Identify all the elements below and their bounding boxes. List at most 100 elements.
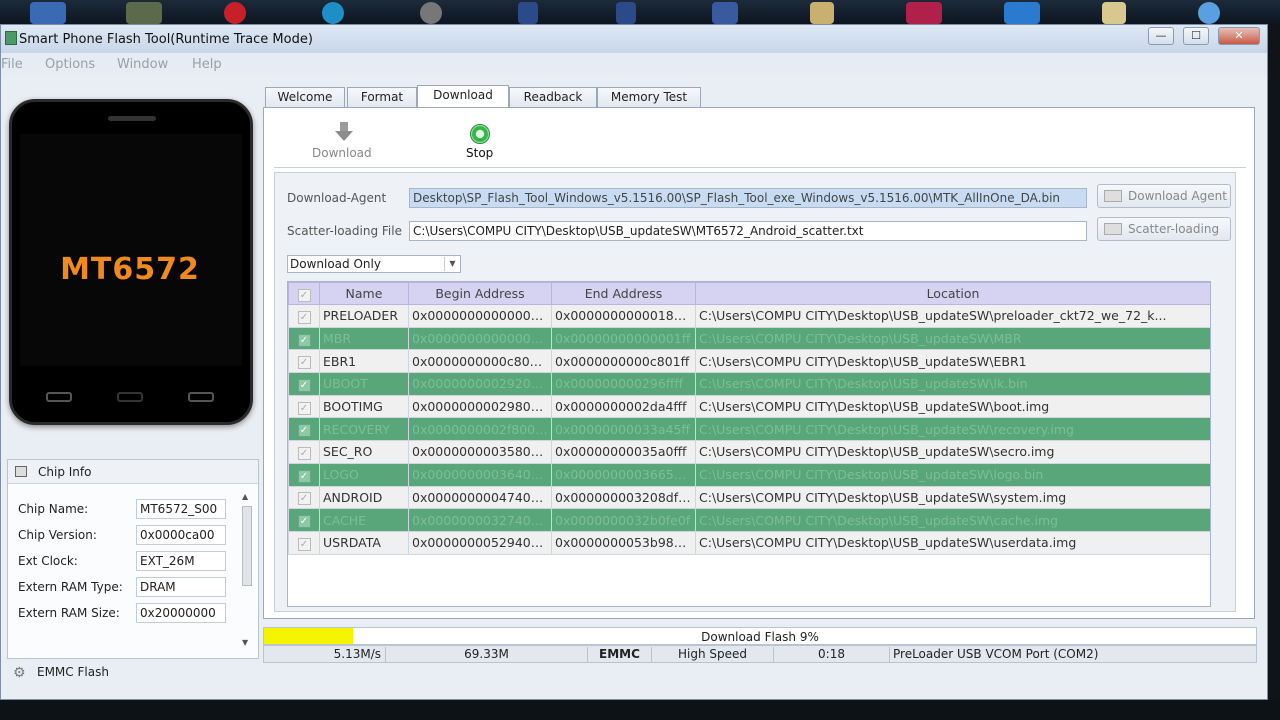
row-end: 0x00000000000001ff: [551, 326, 696, 351]
chevron-down-icon[interactable]: ▼: [444, 257, 460, 271]
config-area: Download-Agent Desktop\SP_Flash_Tool_Win…: [274, 172, 1236, 612]
download-agent-field[interactable]: Desktop\SP_Flash_Tool_Windows_v5.1516.00…: [409, 188, 1087, 208]
scatter-loading-button[interactable]: Scatter-loading: [1097, 217, 1231, 241]
table-row[interactable]: ✓ PRELOADER 0x0000000000000000 0x0000000…: [288, 304, 1210, 328]
row-location[interactable]: C:\Users\COMPU CITY\Desktop\USB_updateSW…: [695, 417, 1210, 442]
table-row[interactable]: ✓ CACHE 0x0000000032740000 0x0000000032b…: [288, 508, 1210, 532]
chip-info-scrollbar[interactable]: ▲ ▼: [240, 492, 254, 652]
tab-format[interactable]: Format: [347, 87, 417, 108]
row-checkbox[interactable]: ✓: [297, 492, 311, 506]
table-row[interactable]: ✓ EBR1 0x0000000000c80000 0x0000000000c8…: [288, 349, 1210, 374]
checkbox-icon[interactable]: ✓: [297, 288, 311, 302]
desktop-app-icon[interactable]: [616, 2, 636, 24]
table-row[interactable]: ✓ RECOVERY 0x0000000002f80000 0x00000000…: [288, 417, 1210, 442]
header-begin-address[interactable]: Begin Address: [408, 282, 552, 305]
row-location[interactable]: C:\Users\COMPU CITY\Desktop\USB_updateSW…: [695, 462, 1210, 487]
tab-readback[interactable]: Readback: [509, 87, 597, 108]
download-agent-button[interactable]: Download Agent: [1097, 184, 1231, 208]
menu-file[interactable]: File: [1, 57, 23, 72]
row-location[interactable]: C:\Users\COMPU CITY\Desktop\USB_updateSW…: [695, 349, 1210, 374]
desktop-app-icon[interactable]: [1198, 2, 1220, 24]
table-row[interactable]: ✓ UBOOT 0x0000000002920000 0x00000000029…: [288, 372, 1210, 396]
download-mode-select[interactable]: Download Only ▼: [287, 255, 461, 273]
tab-memory-test[interactable]: Memory Test: [597, 87, 701, 108]
scatter-loading-button-label: Scatter-loading: [1128, 222, 1220, 236]
row-begin: 0x0000000032740000: [408, 508, 552, 532]
row-location[interactable]: C:\Users\COMPU CITY\Desktop\USB_updateSW…: [695, 394, 1210, 419]
scroll-up-icon[interactable]: ▲: [242, 492, 248, 501]
table-row[interactable]: ✓ MBR 0x0000000000000000 0x0000000000000…: [288, 326, 1210, 351]
scroll-thumb[interactable]: [242, 506, 252, 586]
home-key-icon: [117, 392, 143, 402]
row-location[interactable]: C:\Users\COMPU CITY\Desktop\USB_updateSW…: [695, 440, 1210, 464]
download-mode-value: Download Only: [290, 257, 381, 271]
row-checkbox[interactable]: ✓: [297, 310, 311, 324]
row-location[interactable]: C:\Users\COMPU CITY\Desktop\USB_updateSW…: [695, 485, 1210, 510]
emmc-flash-panel[interactable]: ⚙ EMMC Flash: [7, 661, 259, 683]
menu-options[interactable]: Options: [45, 57, 95, 72]
row-location[interactable]: C:\Users\COMPU CITY\Desktop\USB_updateSW…: [695, 326, 1210, 351]
row-name: MBR: [319, 326, 409, 351]
menu-window[interactable]: Window: [117, 57, 168, 72]
row-name: PRELOADER: [319, 304, 409, 328]
maximize-button[interactable]: ☐: [1183, 27, 1209, 45]
green-circle-icon[interactable]: [470, 124, 490, 144]
title-bar[interactable]: Smart Phone Flash Tool(Runtime Trace Mod…: [1, 25, 1267, 53]
phone-speaker: [108, 116, 156, 121]
desktop-app-icon[interactable]: [1102, 2, 1126, 24]
row-location[interactable]: C:\Users\COMPU CITY\Desktop\USB_updateSW…: [695, 508, 1210, 532]
row-checkbox[interactable]: ✓: [297, 424, 311, 438]
header-location[interactable]: Location: [695, 282, 1210, 305]
arrow-down-icon[interactable]: [334, 122, 354, 142]
stop-button[interactable]: Stop: [466, 146, 493, 160]
desktop-app-icon[interactable]: [1004, 2, 1040, 24]
row-checkbox[interactable]: ✓: [297, 333, 311, 347]
row-checkbox[interactable]: ✓: [297, 378, 311, 392]
ext-clock-label: Ext Clock:: [18, 554, 78, 568]
row-name: RECOVERY: [319, 417, 409, 442]
desktop-taskbar-top: [0, 0, 1280, 24]
row-checkbox[interactable]: ✓: [297, 515, 311, 529]
desktop-app-icon[interactable]: [126, 2, 162, 24]
header-name[interactable]: Name: [319, 282, 409, 305]
scatter-file-field[interactable]: C:\Users\COMPU CITY\Desktop\USB_updateSW…: [409, 221, 1087, 241]
ext-clock-value: EXT_26M: [136, 551, 226, 571]
table-row[interactable]: ✓ BOOTIMG 0x0000000002980000 0x000000000…: [288, 394, 1210, 419]
menu-help[interactable]: Help: [192, 57, 222, 72]
select-all-checkbox[interactable]: ✓: [288, 282, 320, 305]
desktop-app-icon[interactable]: [906, 2, 942, 24]
row-end: 0x0000000002da4fff: [551, 394, 696, 419]
row-begin: 0x0000000000000000: [408, 326, 552, 351]
row-checkbox[interactable]: ✓: [297, 356, 311, 370]
close-button[interactable]: ✕: [1218, 27, 1260, 45]
scroll-down-icon[interactable]: ▼: [242, 638, 248, 647]
download-button[interactable]: Download: [312, 146, 372, 160]
row-location[interactable]: C:\Users\COMPU CITY\Desktop\USB_updateSW…: [695, 530, 1210, 555]
desktop-app-icon[interactable]: [224, 2, 246, 24]
chip-model-label: MT6572: [60, 252, 200, 287]
scatter-file-label: Scatter-loading File: [287, 224, 402, 238]
table-row[interactable]: ✓ SEC_RO 0x0000000003580000 0x0000000003…: [288, 440, 1210, 464]
table-row[interactable]: ✓ USRDATA 0x0000000052940000 0x000000005…: [288, 530, 1210, 555]
desktop-app-icon[interactable]: [810, 2, 834, 24]
minimize-button[interactable]: —: [1148, 27, 1174, 45]
row-location[interactable]: C:\Users\COMPU CITY\Desktop\USB_updateSW…: [695, 304, 1210, 328]
row-checkbox[interactable]: ✓: [297, 469, 311, 483]
table-row[interactable]: ✓ LOGO 0x0000000003640000 0x000000000366…: [288, 462, 1210, 487]
row-checkbox[interactable]: ✓: [297, 537, 311, 551]
row-checkbox[interactable]: ✓: [297, 446, 311, 460]
table-row[interactable]: ✓ ANDROID 0x0000000004740000 0x000000003…: [288, 485, 1210, 510]
row-name: BOOTIMG: [319, 394, 409, 419]
tab-welcome[interactable]: Welcome: [265, 87, 345, 108]
desktop-app-icon[interactable]: [518, 2, 538, 24]
tab-download[interactable]: Download: [417, 85, 509, 109]
chip-info-header[interactable]: Chip Info: [8, 460, 258, 484]
row-location[interactable]: C:\Users\COMPU CITY\Desktop\USB_updateSW…: [695, 372, 1210, 396]
header-end-address[interactable]: End Address: [551, 282, 696, 305]
desktop-app-icon[interactable]: [30, 2, 66, 24]
row-begin: 0x0000000004740000: [408, 485, 552, 510]
desktop-app-icon[interactable]: [420, 2, 442, 24]
desktop-app-icon[interactable]: [712, 2, 738, 24]
desktop-app-icon[interactable]: [322, 2, 344, 24]
row-checkbox[interactable]: ✓: [297, 401, 311, 415]
